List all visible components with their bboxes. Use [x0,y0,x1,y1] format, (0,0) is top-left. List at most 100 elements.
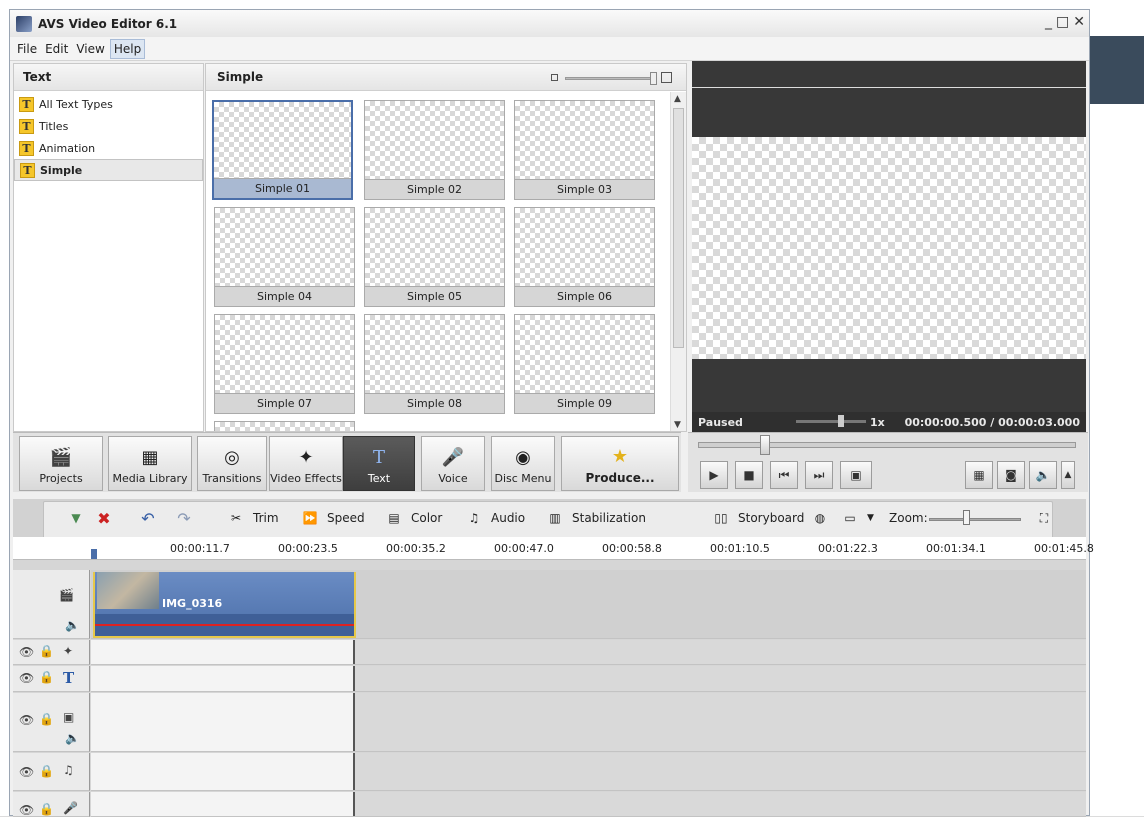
voice-track-lane[interactable] [91,792,1086,817]
speaker-icon[interactable]: 🔈 [65,618,80,632]
small-size-icon [551,74,558,81]
more-controls-button[interactable]: ▲ [1061,461,1075,489]
next-frame-button[interactable]: ⏭ [805,461,833,489]
button-label: Voice [438,472,468,485]
close-button[interactable]: ✕ [1073,14,1085,30]
speed-slider-thumb[interactable] [838,415,844,427]
eye-icon[interactable]: 👁 [19,713,34,727]
storyboard-toggle[interactable]: ▯▯ Storyboard [710,510,804,526]
slider-thumb[interactable] [650,72,657,85]
tree-item-animation[interactable]: T Animation [14,137,203,159]
gallery-title: Simple [217,70,264,84]
playback-controls: ▶ ■ ⏮ ⏭ ▣ ▦ ◙ 🔈 ▲ [688,432,1088,492]
minimize-button[interactable]: _ [1045,14,1052,30]
preset-tile[interactable]: Simple 06 [514,207,655,307]
detach-preview-button[interactable]: ▦ [965,461,993,489]
ruler-label: 00:00:58.8 [602,542,662,555]
scroll-up-icon[interactable]: ▲ [674,94,681,104]
preset-tile-partial[interactable] [214,421,355,431]
menu-file[interactable]: File [14,40,40,58]
time-ruler[interactable]: 00:00:11.7 00:00:23.5 00:00:35.2 00:00:4… [13,537,1094,560]
zoom-slider-thumb[interactable] [963,510,970,525]
tree-item-simple[interactable]: T Simple [14,159,203,181]
seek-bar[interactable] [698,442,1076,448]
redo-button[interactable]: ↷ [173,509,201,528]
preset-tile[interactable]: Simple 07 [214,314,355,414]
zoom-slider[interactable] [929,518,1021,521]
speaker-icon[interactable]: 🔈 [65,731,80,745]
effects-track-lane[interactable] [91,640,1086,665]
time-readout: 00:00:00.500 / 00:00:03.000 [904,415,1080,429]
lock-icon[interactable]: 🔒 [39,644,54,658]
record-narration-button[interactable]: ◍ [809,510,837,526]
produce-button[interactable]: ★ Produce... [561,436,679,491]
overlay-track-lane[interactable] [91,693,1086,752]
lock-icon[interactable]: 🔒 [39,712,54,726]
lock-icon[interactable]: 🔒 [39,764,54,778]
playhead-marker[interactable] [91,549,97,559]
speed-slider-track[interactable] [796,420,866,423]
maximize-button[interactable]: □ [1056,14,1069,30]
volume-line[interactable] [95,624,354,626]
color-button[interactable]: ▤ Color [383,510,442,526]
tree-item-titles[interactable]: T Titles [14,115,203,137]
text-track-lane[interactable] [91,666,1086,692]
seek-thumb[interactable] [760,435,770,455]
volume-button[interactable]: 🔈 [1029,461,1057,489]
lock-icon[interactable]: 🔒 [39,802,54,816]
scroll-down-icon[interactable]: ▼ [674,420,681,430]
chevron-down-icon: ▼ [867,513,874,523]
speed-button[interactable]: ⏩ Speed [299,510,365,526]
disc-menu-button[interactable]: ◉ Disc Menu [491,436,555,491]
overlay-icon: ▣ [63,710,75,724]
preset-tile[interactable]: Simple 05 [364,207,505,307]
video-effects-button[interactable]: ✦ Video Effects [269,436,343,491]
preset-tile[interactable]: Simple 09 [514,314,655,414]
voice-button[interactable]: 🎤 Voice [421,436,485,491]
eye-icon[interactable]: 👁 [19,803,34,817]
play-button[interactable]: ▶ [700,461,728,489]
eye-icon[interactable]: 👁 [19,765,34,779]
overlay-track-header: 👁 🔒 ▣ 🔈 [13,693,90,752]
eye-icon[interactable]: 👁 [19,645,34,659]
preset-tile[interactable]: Simple 08 [364,314,505,414]
add-to-timeline-button[interactable]: ▼ [65,510,93,526]
undo-button[interactable]: ↶ [137,509,165,528]
text-button[interactable]: T Text [343,436,415,491]
preset-tile[interactable]: Simple 04 [214,207,355,307]
video-clip[interactable]: IMG_0316 [93,572,356,638]
delete-button[interactable]: ✖ [93,509,121,528]
effects-icon: ✦ [63,644,74,658]
trim-button[interactable]: ✂ Trim [225,510,279,526]
stabilization-button[interactable]: ▥ Stabilization [544,510,646,526]
aspect-ratio-dropdown[interactable]: ▭ ▼ [839,510,874,526]
preset-tile[interactable]: Simple 03 [514,100,655,200]
tool-label: Color [411,511,443,525]
speaker-icon: 🔈 [1035,468,1051,482]
thumbnail-size-slider[interactable] [551,72,675,85]
stop-button[interactable]: ■ [735,461,763,489]
scroll-thumb[interactable] [673,108,684,348]
transitions-button[interactable]: ◎ Transitions [197,436,267,491]
fullscreen-preview-button[interactable]: ▣ [840,461,872,489]
menu-help[interactable]: Help [109,38,146,59]
lock-icon[interactable]: 🔒 [39,670,54,684]
preset-tile[interactable]: Simple 02 [364,100,505,200]
skip-forward-icon: ⏭ [813,467,825,482]
video-preview: Paused 1x 00:00:00.500 / 00:00:03.000 [692,61,1086,432]
menu-view[interactable]: View [73,40,107,58]
menu-edit[interactable]: Edit [42,40,71,58]
audio-button[interactable]: ♫ Audio [463,510,526,526]
eye-icon[interactable]: 👁 [19,671,34,685]
media-library-button[interactable]: ▦ Media Library [108,436,192,491]
audio-track-lane[interactable] [91,753,1086,791]
tool-label: Audio [491,511,526,525]
preset-tile[interactable]: Simple 01 [212,100,353,200]
preset-label: Simple 06 [515,286,654,306]
fit-timeline-button[interactable]: ⛶ [1033,510,1061,526]
tree-item-all-text-types[interactable]: T All Text Types [14,93,203,115]
gallery-scrollbar[interactable]: ▲ ▼ [670,92,686,431]
projects-button[interactable]: 🎬 Projects [19,436,103,491]
snapshot-button[interactable]: ◙ [997,461,1025,489]
previous-frame-button[interactable]: ⏮ [770,461,798,489]
